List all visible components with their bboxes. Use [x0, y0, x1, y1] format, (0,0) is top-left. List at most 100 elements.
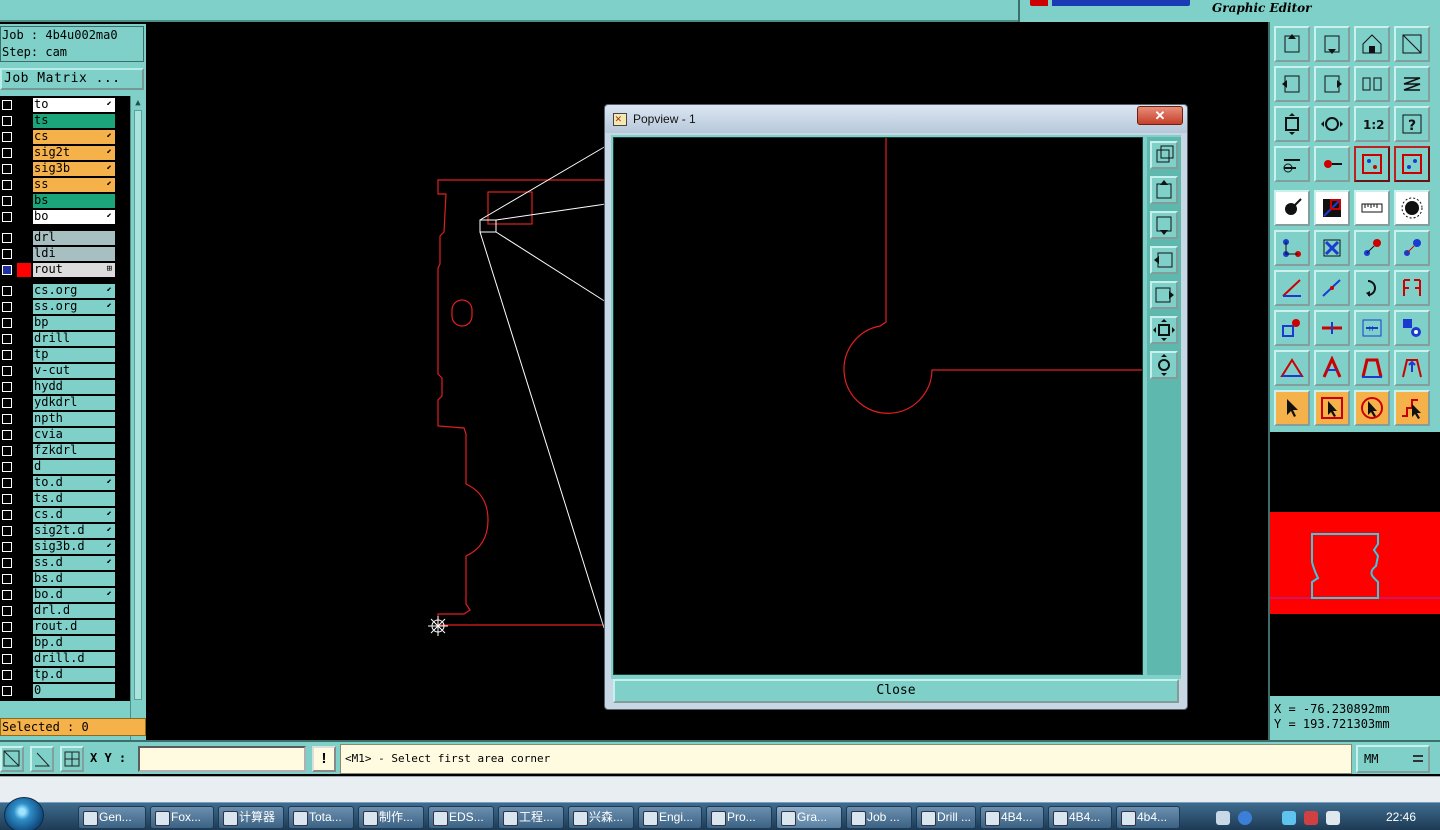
- keyboard-icon[interactable]: [1216, 811, 1230, 825]
- layer-row[interactable]: rout ⊞: [0, 262, 130, 278]
- xy-input[interactable]: [138, 746, 306, 772]
- layer-name[interactable]: drill: [33, 332, 115, 346]
- layer-row[interactable]: cvia: [0, 427, 130, 443]
- antivirus-icon[interactable]: [1304, 811, 1318, 825]
- connect-button[interactable]: [1274, 230, 1310, 266]
- angle-mode-button[interactable]: [30, 746, 54, 772]
- pan-right-button[interactable]: [1314, 66, 1350, 102]
- cursor-button[interactable]: [1274, 390, 1310, 426]
- layer-name[interactable]: sig2t.d ⬋: [33, 524, 115, 538]
- layer-row[interactable]: to.d ⬋: [0, 475, 130, 491]
- layer-color-swatch[interactable]: [17, 524, 31, 538]
- layer-checkbox[interactable]: [2, 132, 12, 142]
- triangle-a-button[interactable]: [1314, 350, 1350, 386]
- cursor-circle-button[interactable]: [1354, 390, 1390, 426]
- group-button[interactable]: [1394, 310, 1430, 346]
- scroll-track[interactable]: [134, 110, 142, 700]
- layer-checkbox[interactable]: [2, 286, 12, 296]
- layer-checkbox[interactable]: [2, 478, 12, 488]
- layer-color-swatch[interactable]: [17, 652, 31, 666]
- cross-pad-button[interactable]: [1314, 230, 1350, 266]
- layer-color-swatch[interactable]: [17, 284, 31, 298]
- layer-color-swatch[interactable]: [17, 636, 31, 650]
- layer-checkbox[interactable]: [2, 430, 12, 440]
- layer-checkbox[interactable]: [2, 638, 12, 648]
- triangle-plus-button[interactable]: [1274, 350, 1310, 386]
- layer-name[interactable]: bp: [33, 316, 115, 330]
- grid-mode-button[interactable]: [60, 746, 84, 772]
- layer-row[interactable]: tp: [0, 347, 130, 363]
- layer-row[interactable]: drl: [0, 230, 130, 246]
- zoom-center-button[interactable]: [1314, 106, 1350, 142]
- layer-color-swatch[interactable]: [17, 492, 31, 506]
- layer-name[interactable]: cs ⬋: [33, 130, 115, 144]
- layer-checkbox[interactable]: [2, 148, 12, 158]
- layer-name[interactable]: npth: [33, 412, 115, 426]
- layer-name[interactable]: ss.org ⬋: [33, 300, 115, 314]
- fit-window-button[interactable]: [1394, 26, 1430, 62]
- unit-select[interactable]: MM: [1356, 745, 1430, 773]
- layer-name[interactable]: bp.d: [33, 636, 115, 650]
- layer-checkbox[interactable]: [2, 302, 12, 312]
- taskbar-item[interactable]: 4B4...: [980, 806, 1044, 829]
- layer-color-swatch[interactable]: [17, 604, 31, 618]
- layer-row[interactable]: ldi: [0, 246, 130, 262]
- layer-name[interactable]: ss ⬋: [33, 178, 115, 192]
- help-button[interactable]: ?: [1394, 106, 1430, 142]
- popview-pan-right-button[interactable]: [1150, 281, 1178, 309]
- layer-red-button[interactable]: [1354, 146, 1390, 182]
- taskbar-item[interactable]: 计算器: [218, 806, 284, 829]
- layer-name[interactable]: rout ⊞: [33, 263, 115, 277]
- layer-row[interactable]: ss.d ⬋: [0, 555, 130, 571]
- scroll-up-icon[interactable]: ▲: [133, 98, 143, 108]
- layer-color-swatch[interactable]: [17, 668, 31, 682]
- layer-color-swatch[interactable]: [17, 98, 31, 112]
- layer-color-swatch[interactable]: [17, 300, 31, 314]
- layer-checkbox[interactable]: [2, 233, 12, 243]
- layer-name[interactable]: drl: [33, 231, 115, 245]
- layer-name[interactable]: 0: [33, 684, 115, 698]
- layer-checkbox[interactable]: [2, 116, 12, 126]
- scale-1-2-button[interactable]: 1:2: [1354, 106, 1390, 142]
- dimension-button[interactable]: H: [1354, 310, 1390, 346]
- popview-zoom-fit-button[interactable]: [1150, 351, 1178, 379]
- layer-row[interactable]: ss.org ⬋: [0, 299, 130, 315]
- cursor-step-button[interactable]: [1394, 390, 1430, 426]
- layer-name[interactable]: fzkdrl: [33, 444, 115, 458]
- layer-name[interactable]: bs.d: [33, 572, 115, 586]
- line-red-button[interactable]: [1274, 270, 1310, 306]
- layer-row[interactable]: bs.d: [0, 571, 130, 587]
- layer-checkbox[interactable]: [2, 180, 12, 190]
- pan-left-button[interactable]: [1274, 66, 1310, 102]
- layer-color-swatch[interactable]: [17, 428, 31, 442]
- layer-name[interactable]: bs: [33, 194, 115, 208]
- mirror-button[interactable]: [1354, 66, 1390, 102]
- layer-row[interactable]: tp.d: [0, 667, 130, 683]
- taskbar-item[interactable]: Pro...: [706, 806, 772, 829]
- layer-name[interactable]: drl.d: [33, 604, 115, 618]
- layer-row[interactable]: sig2t ⬋: [0, 145, 130, 161]
- layer-color-swatch[interactable]: [17, 540, 31, 554]
- layer-row[interactable]: sig3b ⬋: [0, 161, 130, 177]
- start-button[interactable]: [4, 797, 44, 830]
- line-blue-button[interactable]: [1314, 270, 1350, 306]
- move-down-button[interactable]: [1314, 26, 1350, 62]
- layer-row[interactable]: cs.d ⬋: [0, 507, 130, 523]
- popview-pan-down-button[interactable]: [1150, 211, 1178, 239]
- layer-name[interactable]: bo ⬋: [33, 210, 115, 224]
- layer-row[interactable]: to ⬋: [0, 97, 130, 113]
- layer-color-swatch[interactable]: [17, 194, 31, 208]
- zoom-fit-button[interactable]: [1274, 106, 1310, 142]
- arrow-pad-button[interactable]: [1354, 230, 1390, 266]
- help-icon[interactable]: [1238, 811, 1252, 825]
- layer-row[interactable]: d: [0, 459, 130, 475]
- layer-color-swatch[interactable]: [17, 556, 31, 570]
- layer-row[interactable]: drl.d: [0, 603, 130, 619]
- taskbar-item[interactable]: Fox...: [150, 806, 214, 829]
- layer-name[interactable]: ldi: [33, 247, 115, 261]
- layer-color-swatch[interactable]: [17, 412, 31, 426]
- layer-color-swatch[interactable]: [17, 572, 31, 586]
- layer-checkbox[interactable]: [2, 265, 12, 275]
- layer-name[interactable]: ydkdrl: [33, 396, 115, 410]
- snap-button[interactable]: [1314, 190, 1350, 226]
